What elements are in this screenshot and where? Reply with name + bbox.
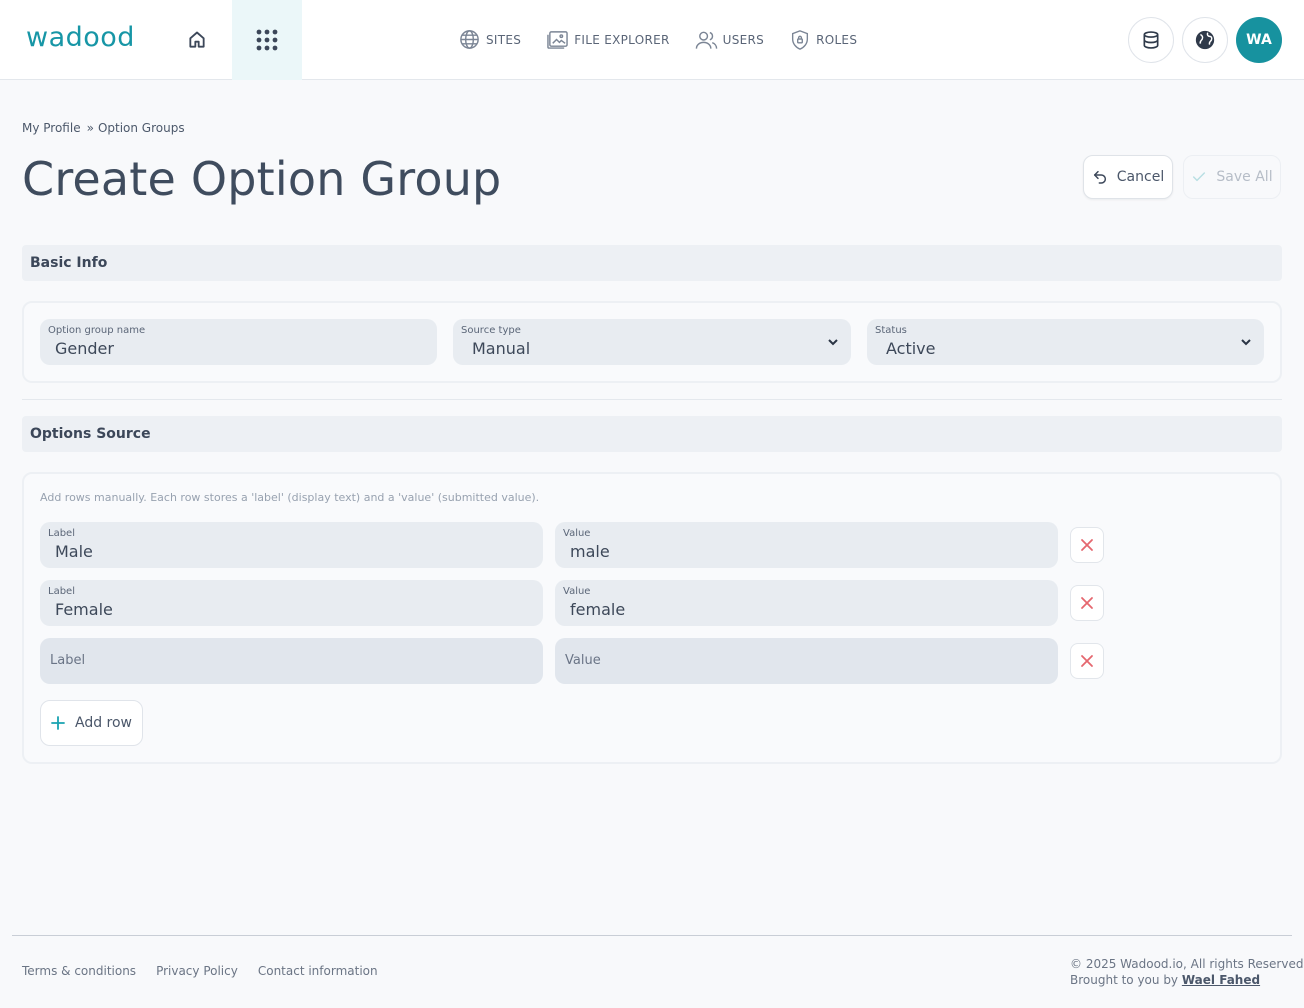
user-avatar[interactable]: WA: [1236, 17, 1282, 63]
breadcrumb-separator: »: [86, 121, 94, 135]
nav-label: USERS: [722, 32, 765, 47]
database-button[interactable]: [1128, 17, 1174, 63]
cancel-button[interactable]: Cancel: [1083, 155, 1173, 199]
field-caption: Status: [875, 325, 907, 336]
field-caption: Label: [48, 586, 75, 597]
wadood-logo[interactable]: wadood: [26, 22, 135, 53]
privacy-policy-link[interactable]: Privacy Policy: [156, 964, 238, 978]
cancel-label: Cancel: [1116, 169, 1165, 185]
field-value: Manual: [472, 339, 531, 358]
chevron-down-icon: [1241, 339, 1251, 346]
breadcrumb: My Profile » Option Groups: [22, 121, 185, 135]
option-label-input[interactable]: Label: [40, 638, 543, 684]
footer-divider: [12, 935, 1292, 936]
field-caption: Label: [48, 528, 75, 539]
add-row-button[interactable]: Add row: [40, 700, 143, 746]
top-header: wadood SITES FILE EXPLORER USERS ROLES W…: [0, 0, 1304, 80]
home-button[interactable]: [176, 24, 218, 56]
remove-row-button[interactable]: [1070, 527, 1104, 563]
footer-links: Terms & conditions Privacy Policy Contac…: [22, 964, 398, 978]
users-icon: [695, 31, 717, 49]
nav-label: FILE EXPLORER: [574, 32, 670, 47]
option-value-input[interactable]: Value male: [555, 522, 1058, 568]
page-title: Create Option Group: [22, 152, 502, 206]
option-label-input[interactable]: Label Female: [40, 580, 543, 626]
breadcrumb-option-groups[interactable]: Option Groups: [98, 121, 185, 135]
folder-image-icon: [547, 31, 568, 49]
option-value-input[interactable]: Value female: [555, 580, 1058, 626]
grid-dots-icon: [256, 29, 278, 51]
breadcrumb-my-profile[interactable]: My Profile: [22, 121, 81, 135]
field-placeholder: Label: [50, 653, 86, 668]
contact-information-link[interactable]: Contact information: [258, 964, 378, 978]
save-all-button[interactable]: Save All: [1183, 155, 1281, 199]
nav-item-sites[interactable]: SITES: [458, 28, 521, 51]
field-caption: Value: [563, 528, 591, 539]
main-nav: SITES FILE EXPLORER USERS ROLES: [458, 28, 882, 51]
nav-item-file-explorer[interactable]: FILE EXPLORER: [546, 29, 669, 50]
globe-icon: [460, 30, 479, 49]
option-value-input[interactable]: Value: [555, 638, 1058, 684]
section-basic-info: Basic Info: [22, 245, 1282, 281]
database-icon: [1143, 31, 1159, 49]
options-hint-text: Add rows manually. Each row stores a 'la…: [40, 491, 540, 504]
field-value: female: [570, 600, 626, 619]
nav-label: ROLES: [816, 32, 858, 47]
remove-row-button[interactable]: [1070, 585, 1104, 621]
chevron-down-icon: [828, 339, 838, 346]
close-icon: [1081, 597, 1093, 609]
field-caption: Source type: [461, 325, 521, 336]
field-value: Gender: [55, 339, 114, 358]
remove-row-button[interactable]: [1070, 643, 1104, 679]
plus-icon: [51, 716, 65, 730]
option-label-input[interactable]: Label Male: [40, 522, 543, 568]
author-link[interactable]: Wael Fahed: [1182, 973, 1260, 987]
field-value: Male: [55, 542, 93, 561]
terms-link[interactable]: Terms & conditions: [22, 964, 136, 978]
close-icon: [1081, 539, 1093, 551]
undo-icon: [1093, 170, 1106, 184]
close-icon: [1081, 655, 1093, 667]
section-options-source: Options Source: [22, 416, 1282, 452]
field-caption: Value: [563, 586, 591, 597]
field-value: male: [570, 542, 610, 561]
credits-line: Brought to you by Wael Fahed: [1070, 972, 1303, 988]
globe-filled-icon: [1195, 30, 1215, 50]
footer-credits: © 2025 Wadood.io, All rights Reserved Br…: [1070, 956, 1303, 988]
nav-item-users[interactable]: USERS: [695, 30, 764, 50]
check-icon: [1193, 172, 1206, 182]
home-icon: [189, 31, 205, 48]
section-divider: [22, 399, 1282, 400]
status-select[interactable]: Status Active: [867, 319, 1264, 365]
apps-grid-button[interactable]: [232, 0, 302, 80]
brought-by-text: Brought to you by: [1070, 973, 1179, 987]
field-value: Female: [55, 600, 113, 619]
source-type-select[interactable]: Source type Manual: [453, 319, 851, 365]
add-row-label: Add row: [74, 715, 133, 731]
option-group-name-field[interactable]: Option group name Gender: [40, 319, 437, 365]
shield-icon: [792, 29, 809, 50]
language-button[interactable]: [1182, 17, 1228, 63]
field-value: Active: [886, 339, 936, 358]
field-placeholder: Value: [565, 653, 601, 668]
field-caption: Option group name: [48, 325, 146, 336]
copyright-text: © 2025 Wadood.io, All rights Reserved: [1070, 957, 1304, 971]
save-all-label: Save All: [1216, 169, 1273, 185]
nav-label: SITES: [486, 32, 522, 47]
nav-item-roles[interactable]: ROLES: [789, 29, 857, 51]
